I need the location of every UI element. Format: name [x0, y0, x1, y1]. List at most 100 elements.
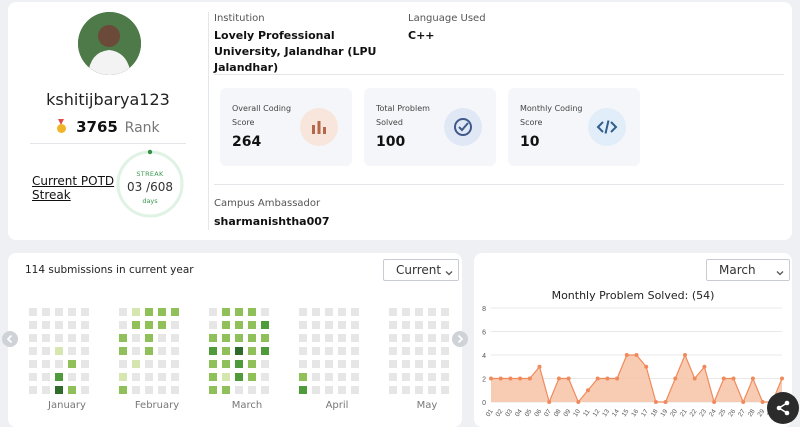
heatmap-cell[interactable]	[441, 308, 449, 316]
heatmap-cell[interactable]	[338, 360, 346, 368]
heatmap-cell[interactable]	[55, 321, 63, 329]
heatmap-cell[interactable]	[42, 334, 50, 342]
heatmap-cell[interactable]	[415, 373, 423, 381]
heatmap-cell[interactable]	[42, 347, 50, 355]
heatmap-cell[interactable]	[389, 386, 397, 394]
heatmap-cell[interactable]	[235, 386, 243, 394]
heatmap-cell[interactable]	[29, 308, 37, 316]
year-select[interactable]: Current	[383, 259, 459, 281]
heatmap-cell[interactable]	[222, 373, 230, 381]
heatmap-cell[interactable]	[132, 347, 140, 355]
heatmap-cell[interactable]	[222, 308, 230, 316]
heatmap-cell[interactable]	[209, 386, 217, 394]
heatmap-cell[interactable]	[299, 308, 307, 316]
heatmap-cell[interactable]	[351, 386, 359, 394]
heatmap-cell[interactable]	[68, 386, 76, 394]
heatmap-cell[interactable]	[235, 360, 243, 368]
heatmap-cell[interactable]	[441, 334, 449, 342]
heatmap-cell[interactable]	[81, 347, 89, 355]
heatmap-cell[interactable]	[42, 360, 50, 368]
heatmap-cell[interactable]	[145, 308, 153, 316]
heatmap-cell[interactable]	[338, 308, 346, 316]
heatmap-cell[interactable]	[68, 347, 76, 355]
heatmap-cell[interactable]	[325, 386, 333, 394]
heatmap-cell[interactable]	[29, 321, 37, 329]
heatmap-cell[interactable]	[299, 347, 307, 355]
heatmap-cell[interactable]	[171, 360, 179, 368]
heatmap-cell[interactable]	[68, 373, 76, 381]
heatmap-cell[interactable]	[428, 373, 436, 381]
heatmap-cell[interactable]	[325, 334, 333, 342]
heatmap-cell[interactable]	[222, 321, 230, 329]
heatmap-cell[interactable]	[222, 386, 230, 394]
heatmap-cell[interactable]	[325, 347, 333, 355]
heatmap-cell[interactable]	[351, 360, 359, 368]
heatmap-cell[interactable]	[171, 347, 179, 355]
heatmap-cell[interactable]	[312, 360, 320, 368]
heatmap-cell[interactable]	[312, 334, 320, 342]
heatmap-cell[interactable]	[81, 386, 89, 394]
heatmap-cell[interactable]	[402, 373, 410, 381]
heatmap-cell[interactable]	[248, 321, 256, 329]
heatmap-cell[interactable]	[42, 321, 50, 329]
heatmap-cell[interactable]	[312, 347, 320, 355]
heatmap-cell[interactable]	[402, 360, 410, 368]
heatmap-cell[interactable]	[81, 321, 89, 329]
heatmap-cell[interactable]	[171, 321, 179, 329]
heatmap-cell[interactable]	[402, 386, 410, 394]
heatmap-cell[interactable]	[145, 334, 153, 342]
heatmap-cell[interactable]	[415, 360, 423, 368]
heatmap-cell[interactable]	[119, 360, 127, 368]
heatmap-cell[interactable]	[81, 308, 89, 316]
heatmap-cell[interactable]	[428, 308, 436, 316]
heatmap-cell[interactable]	[351, 347, 359, 355]
heatmap-cell[interactable]	[312, 321, 320, 329]
heatmap-cell[interactable]	[351, 308, 359, 316]
avatar[interactable]	[78, 12, 141, 75]
heatmap-cell[interactable]	[312, 386, 320, 394]
heatmap-cell[interactable]	[248, 308, 256, 316]
heatmap-cell[interactable]	[428, 321, 436, 329]
heatmap-cell[interactable]	[261, 334, 269, 342]
heatmap-cell[interactable]	[145, 373, 153, 381]
heatmap-cell[interactable]	[119, 334, 127, 342]
heatmap-cell[interactable]	[299, 321, 307, 329]
heatmap-cell[interactable]	[29, 386, 37, 394]
heatmap-cell[interactable]	[29, 373, 37, 381]
heatmap-cell[interactable]	[119, 347, 127, 355]
heatmap-cell[interactable]	[55, 334, 63, 342]
heatmap-cell[interactable]	[299, 360, 307, 368]
heatmap-cell[interactable]	[119, 321, 127, 329]
heatmap-cell[interactable]	[209, 347, 217, 355]
heatmap-cell[interactable]	[132, 334, 140, 342]
heatmap-cell[interactable]	[29, 347, 37, 355]
heatmap-cell[interactable]	[389, 347, 397, 355]
heatmap-cell[interactable]	[299, 373, 307, 381]
heatmap-cell[interactable]	[351, 373, 359, 381]
heatmap-cell[interactable]	[338, 373, 346, 381]
heatmap-cell[interactable]	[158, 360, 166, 368]
heatmap-cell[interactable]	[68, 321, 76, 329]
heatmap-cell[interactable]	[42, 386, 50, 394]
heatmap-cell[interactable]	[325, 321, 333, 329]
heatmap-cell[interactable]	[132, 308, 140, 316]
heatmap-cell[interactable]	[415, 321, 423, 329]
heatmap-cell[interactable]	[428, 334, 436, 342]
heatmap-cell[interactable]	[325, 308, 333, 316]
heatmap-cell[interactable]	[389, 334, 397, 342]
heatmap-cell[interactable]	[158, 334, 166, 342]
heatmap-cell[interactable]	[132, 373, 140, 381]
heatmap-cell[interactable]	[42, 373, 50, 381]
heatmap-cell[interactable]	[29, 360, 37, 368]
heatmap-cell[interactable]	[209, 308, 217, 316]
heatmap-cell[interactable]	[428, 386, 436, 394]
heatmap-cell[interactable]	[55, 308, 63, 316]
heatmap-cell[interactable]	[389, 321, 397, 329]
heatmap-cell[interactable]	[222, 347, 230, 355]
heatmap-cell[interactable]	[55, 373, 63, 381]
heatmap-cell[interactable]	[261, 321, 269, 329]
heatmap-cell[interactable]	[441, 321, 449, 329]
heatmap-cell[interactable]	[171, 334, 179, 342]
heatmap-cell[interactable]	[415, 308, 423, 316]
heatmap-cell[interactable]	[235, 321, 243, 329]
